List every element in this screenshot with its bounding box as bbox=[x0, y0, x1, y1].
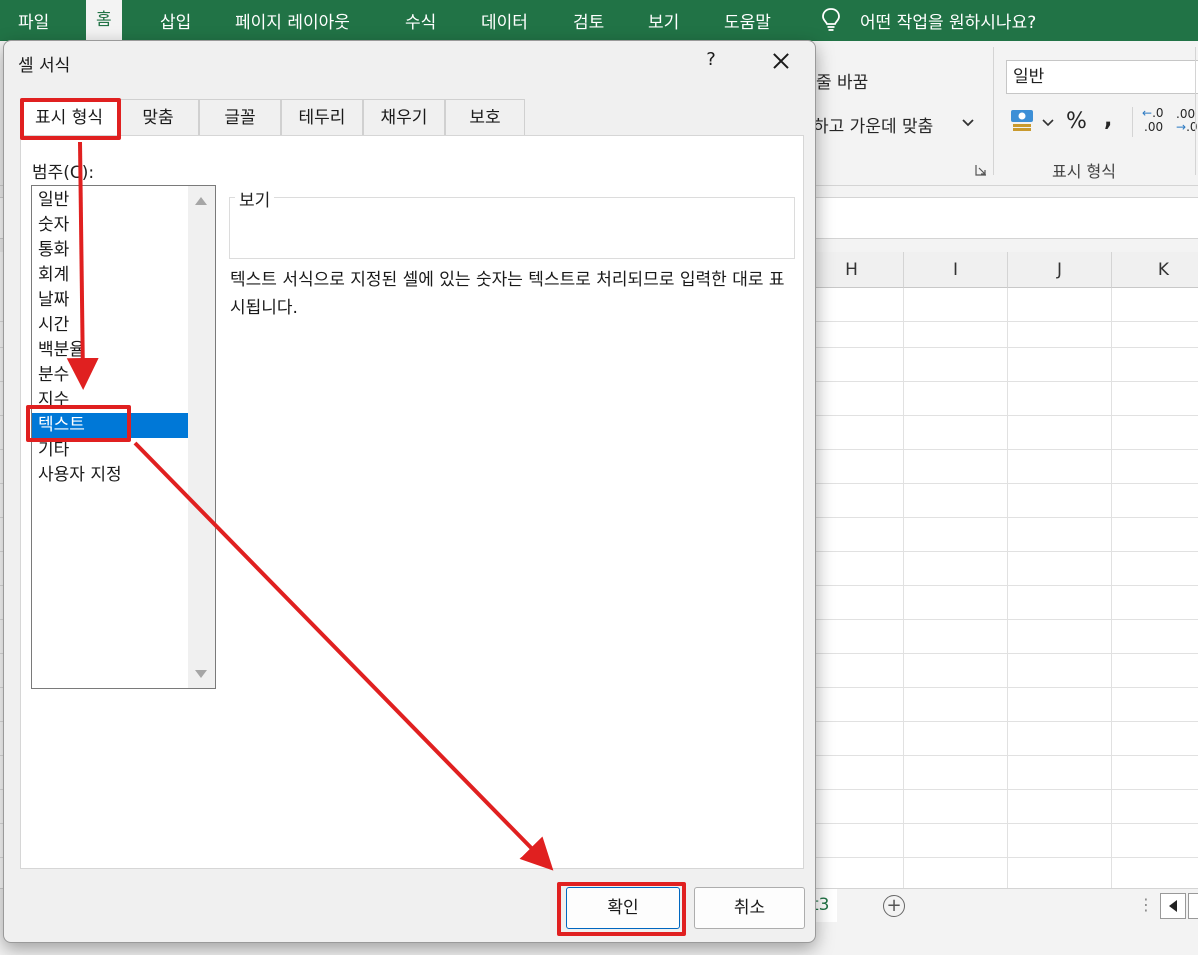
tab-font[interactable]: 글꼴 bbox=[199, 99, 281, 135]
tab-view[interactable]: 보기 bbox=[648, 8, 679, 33]
number-format-dropdown[interactable]: 일반 bbox=[1006, 60, 1198, 94]
list-item[interactable]: 회계 bbox=[32, 263, 188, 288]
list-item[interactable]: 사용자 지정 bbox=[32, 463, 188, 488]
comma-style-button[interactable]: , bbox=[1104, 107, 1112, 132]
highlight-text-category bbox=[26, 405, 131, 442]
column-header-i[interactable]: I bbox=[904, 252, 1008, 288]
highlight-ok-button bbox=[557, 882, 686, 936]
format-cells-dialog: 셀 서식 ? 표시 형식 맞춤 글꼴 테두리 채우기 보호 범주(C): 일반 … bbox=[3, 40, 816, 943]
list-item[interactable]: 날짜 bbox=[32, 288, 188, 313]
tab-review[interactable]: 검토 bbox=[573, 8, 604, 33]
list-item[interactable]: 백분율 bbox=[32, 338, 188, 363]
number-tab-panel: 범주(C): 일반 숫자 통화 회계 날짜 시간 백분율 분수 지수 텍스트 기… bbox=[20, 135, 804, 869]
list-item[interactable]: 분수 bbox=[32, 363, 188, 388]
tell-me-search[interactable]: 어떤 작업을 원하시나요? bbox=[860, 8, 1036, 33]
add-sheet-icon[interactable]: + bbox=[883, 895, 905, 917]
category-label: 범주(C): bbox=[32, 163, 95, 183]
listbox-scrollbar[interactable] bbox=[188, 186, 215, 688]
currency-format-icon[interactable] bbox=[1010, 107, 1036, 133]
tab-border[interactable]: 테두리 bbox=[281, 99, 363, 135]
tab-home[interactable]: 홈 bbox=[86, 0, 122, 41]
tab-protection[interactable]: 보호 bbox=[445, 99, 525, 135]
list-item[interactable]: 숫자 bbox=[32, 213, 188, 238]
help-button[interactable]: ? bbox=[701, 49, 721, 70]
group-separator bbox=[993, 47, 994, 175]
dialog-launcher-icon[interactable] bbox=[975, 164, 987, 176]
number-group-label: 표시 형식 bbox=[1052, 162, 1116, 181]
cancel-button[interactable]: 취소 bbox=[694, 887, 805, 929]
sample-label: 보기 bbox=[235, 186, 275, 211]
scroll-right-button[interactable] bbox=[1188, 893, 1198, 919]
separator bbox=[1132, 107, 1133, 137]
list-item[interactable]: 시간 bbox=[32, 313, 188, 338]
decrease-decimal-button[interactable]: .00 bbox=[1176, 107, 1195, 121]
increase-decimal-label: .0 bbox=[1152, 106, 1164, 120]
chevron-down-icon[interactable] bbox=[1042, 119, 1054, 127]
grid-line bbox=[1007, 288, 1008, 888]
tab-data[interactable]: 데이터 bbox=[481, 8, 528, 33]
list-item[interactable]: 일반 bbox=[32, 188, 188, 213]
scroll-down-icon[interactable] bbox=[195, 670, 207, 678]
ribbon-tab-bar: 파일 홈 삽입 페이지 레이아웃 수식 데이터 검토 보기 도움말 어떤 작업을… bbox=[0, 0, 1198, 41]
scroll-left-icon[interactable] bbox=[1160, 893, 1186, 919]
format-description: 텍스트 서식으로 지정된 셀에 있는 숫자는 텍스트로 처리되므로 입력한 대로… bbox=[230, 270, 785, 318]
grid-line bbox=[903, 288, 904, 888]
tab-alignment[interactable]: 맞춤 bbox=[117, 99, 199, 135]
tab-file[interactable]: 파일 bbox=[18, 8, 49, 33]
scroll-up-icon[interactable] bbox=[195, 197, 207, 205]
more-dots-icon: ⋮ bbox=[1138, 895, 1154, 914]
tab-help[interactable]: 도움말 bbox=[724, 8, 771, 33]
column-header-k[interactable]: K bbox=[1112, 252, 1198, 288]
grid-line bbox=[1111, 288, 1112, 888]
lightbulb-icon bbox=[822, 8, 840, 31]
percent-style-button[interactable]: % bbox=[1066, 109, 1087, 134]
wrap-text-button[interactable]: 줄 바꿈 bbox=[816, 68, 868, 93]
tab-insert[interactable]: 삽입 bbox=[160, 8, 191, 33]
column-header-j[interactable]: J bbox=[1008, 252, 1112, 288]
tab-fill[interactable]: 채우기 bbox=[363, 99, 445, 135]
chevron-down-icon[interactable] bbox=[961, 118, 975, 128]
tab-page-layout[interactable]: 페이지 레이아웃 bbox=[235, 8, 350, 33]
merge-center-button[interactable]: 하고 가운데 맞춤 bbox=[813, 112, 933, 137]
tab-formulas[interactable]: 수식 bbox=[405, 8, 436, 33]
increase-decimal-button[interactable]: ←.0 bbox=[1142, 107, 1164, 119]
group-separator bbox=[1195, 47, 1196, 175]
highlight-number-tab bbox=[20, 98, 121, 140]
list-item[interactable]: 통화 bbox=[32, 238, 188, 263]
sample-preview-box bbox=[229, 197, 795, 259]
increase-decimal-value: .00 bbox=[1144, 120, 1164, 134]
dialog-title: 셀 서식 bbox=[18, 56, 71, 76]
close-icon[interactable] bbox=[766, 47, 796, 75]
